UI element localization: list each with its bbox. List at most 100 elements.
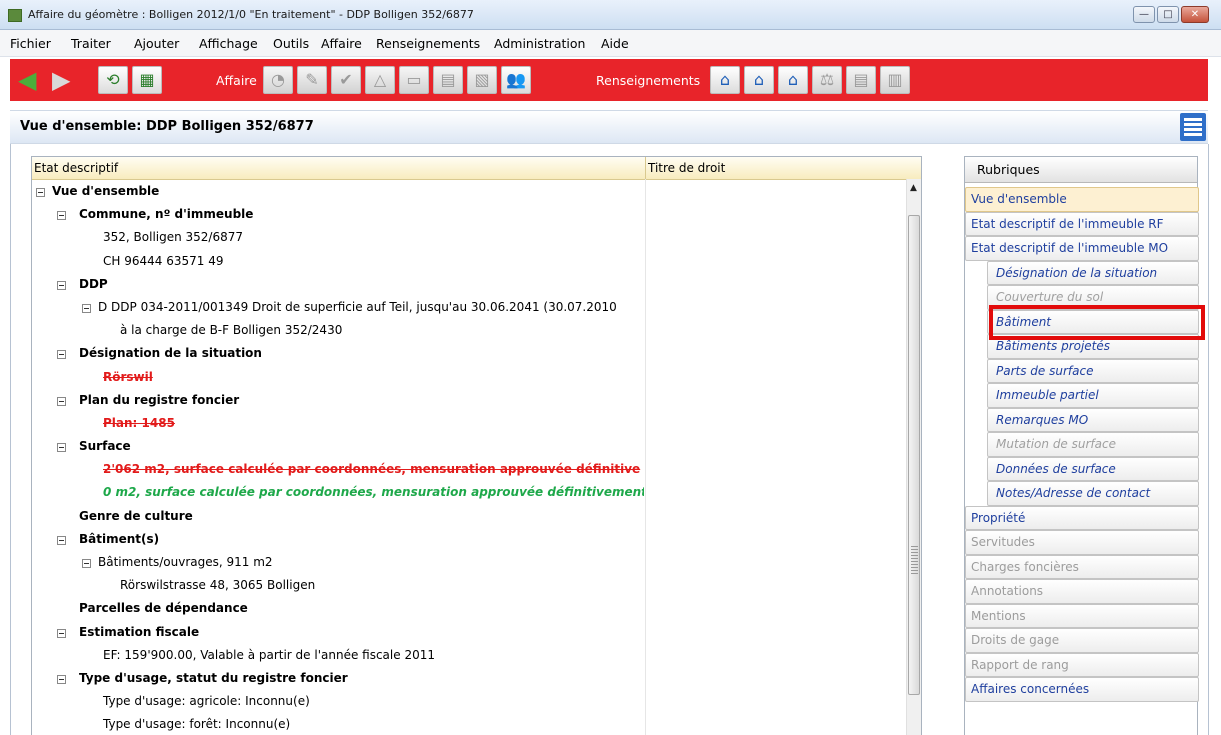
tree-row-label: DDP xyxy=(79,276,108,291)
rubrique-droits-de-gage[interactable]: Droits de gage xyxy=(965,628,1199,653)
tree-row[interactable]: 0 m2, surface calculée par coordonnées, … xyxy=(32,481,644,504)
rubrique-etat-descriptif-de-l-immeuble-mo[interactable]: Etat descriptif de l'immeuble MO xyxy=(965,236,1199,261)
tree-row[interactable]: CH 96444 63571 49 xyxy=(32,250,644,273)
rens-document-icon[interactable]: ▤ xyxy=(846,66,876,94)
maximize-button[interactable]: □ xyxy=(1157,6,1179,23)
rubrique-affaires-concernees[interactable]: Affaires concernées xyxy=(965,677,1199,702)
rens-house-2-icon[interactable]: ⌂ xyxy=(744,66,774,94)
tree-row-label: Vue d'ensemble xyxy=(52,184,160,198)
collapse-toggle-icon[interactable] xyxy=(57,443,66,453)
rubrique-remarques-mo[interactable]: Remarques MO xyxy=(987,407,1199,432)
menu-affichage[interactable]: Affichage xyxy=(199,36,258,51)
tree-row[interactable]: DDP xyxy=(32,273,644,296)
collapse-toggle-icon[interactable] xyxy=(57,674,66,684)
panel-border-right xyxy=(1208,144,1209,735)
menu-outils[interactable]: Outils xyxy=(273,36,309,51)
menu-fichier[interactable]: Fichier xyxy=(10,36,51,51)
affaire-persons-icon[interactable]: 👥 xyxy=(501,66,531,94)
tree-row[interactable]: Surface xyxy=(32,435,644,458)
menu-traiter[interactable]: Traiter xyxy=(71,36,111,51)
collapse-toggle-icon[interactable] xyxy=(82,303,91,313)
minimize-button[interactable]: — xyxy=(1133,6,1155,23)
rubrique-vue-d-ensemble[interactable]: Vue d'ensemble xyxy=(965,187,1199,212)
rubrique-charges-foncieres[interactable]: Charges foncières xyxy=(965,554,1199,579)
tree-row[interactable]: Rörswil xyxy=(32,366,644,389)
tree-view-icon[interactable]: ▦ xyxy=(132,66,162,94)
rubrique-notes-adresse-de-contact[interactable]: Notes/Adresse de contact xyxy=(987,481,1199,506)
tree-row[interactable]: Bâtiment(s) xyxy=(32,528,644,551)
tree-row[interactable]: D DDP 034-2011/001349 Droit de superfici… xyxy=(32,296,644,319)
tree-row[interactable]: Commune, nº d'immeuble xyxy=(32,203,644,226)
menu-affaire[interactable]: Affaire xyxy=(321,36,362,51)
tree-row[interactable]: EF: 159'900.00, Valable à partir de l'an… xyxy=(32,644,644,667)
close-button[interactable]: ✕ xyxy=(1181,6,1209,23)
collapse-toggle-icon[interactable] xyxy=(82,559,91,568)
affaire-edit-icon[interactable]: ✎ xyxy=(297,66,327,94)
menu-aide[interactable]: Aide xyxy=(601,36,629,51)
tree-row[interactable]: Type d'usage: agricole: Inconnu(e) xyxy=(32,690,644,713)
tree-row[interactable]: Genre de culture xyxy=(32,505,644,528)
tree-row-label: Surface xyxy=(79,439,131,454)
tree-row[interactable]: à la charge de B-F Bolligen 352/2430 xyxy=(32,319,644,342)
rens-building-icon[interactable]: ▥ xyxy=(880,66,910,94)
tree-row[interactable]: Rörswilstrasse 48, 3065 Bolligen xyxy=(32,574,644,597)
history-icon[interactable]: ⟲ xyxy=(98,66,128,94)
collapse-toggle-icon[interactable] xyxy=(57,350,66,360)
rubriques-list: Vue d'ensemble Etat descriptif de l'immeu… xyxy=(965,187,1199,702)
affaire-measure-icon[interactable]: △ xyxy=(365,66,395,94)
affaire-report-icon[interactable]: ▧ xyxy=(467,66,497,94)
rens-scales-icon[interactable]: ⚖ xyxy=(812,66,842,94)
rubrique-parts-de-surface[interactable]: Parts de surface xyxy=(987,358,1199,383)
affaire-check-icon[interactable]: ✔ xyxy=(331,66,361,94)
rubrique-etat-descriptif-de-l-immeuble-rf[interactable]: Etat descriptif de l'immeuble RF xyxy=(965,211,1199,236)
affaire-clock-icon[interactable]: ◔ xyxy=(263,66,293,94)
tree-row[interactable]: Type d'usage: forêt: Inconnu(e) xyxy=(32,713,644,735)
rubrique-rapport-de-rang[interactable]: Rapport de rang xyxy=(965,652,1199,677)
rubrique-annotations[interactable]: Annotations xyxy=(965,579,1199,604)
scrollbar-thumb[interactable] xyxy=(908,215,920,695)
column-header-titre-de-droit[interactable]: Titre de droit xyxy=(648,161,725,175)
list-view-icon[interactable] xyxy=(1180,113,1206,141)
rens-house-3-icon[interactable]: ⌂ xyxy=(778,66,808,94)
rubrique-designation-de-la-situation[interactable]: Désignation de la situation xyxy=(987,260,1199,285)
menu-ajouter[interactable]: Ajouter xyxy=(134,36,179,51)
rubrique-servitudes[interactable]: Servitudes xyxy=(965,530,1199,555)
back-arrow-icon[interactable]: ◀ xyxy=(18,67,36,93)
collapse-toggle-icon[interactable] xyxy=(57,535,66,545)
rubrique-mutation-de-surface[interactable]: Mutation de surface xyxy=(987,432,1199,457)
menu-administration[interactable]: Administration xyxy=(494,36,585,51)
affaire-screen-icon[interactable]: ▭ xyxy=(399,66,429,94)
tree-row[interactable]: Plan: 1485 xyxy=(32,412,644,435)
tree-row[interactable]: 352, Bolligen 352/6877 xyxy=(32,226,644,249)
rens-house-1-icon[interactable]: ⌂ xyxy=(710,66,740,94)
rubrique-donnees-de-surface[interactable]: Données de surface xyxy=(987,456,1199,481)
tree-row-label: à la charge de B-F Bolligen 352/2430 xyxy=(120,323,343,338)
column-divider[interactable] xyxy=(645,157,646,179)
rubrique-propriete[interactable]: Propriété xyxy=(965,505,1199,530)
tree-row-label: Rörswilstrasse 48, 3065 Bolligen xyxy=(120,578,316,593)
tree-row[interactable]: Vue d'ensemble xyxy=(32,180,644,203)
rubrique-immeuble-partiel[interactable]: Immeuble partiel xyxy=(987,383,1199,408)
tree-row[interactable]: Type d'usage, statut du registre foncier xyxy=(32,667,644,690)
rubrique-mentions[interactable]: Mentions xyxy=(965,603,1199,628)
collapse-toggle-icon[interactable] xyxy=(57,396,66,406)
scroll-up-arrow-icon[interactable]: ▲ xyxy=(910,183,917,193)
column-header-etat-descriptif[interactable]: Etat descriptif xyxy=(34,161,118,175)
tree-row[interactable]: Estimation fiscale xyxy=(32,621,644,644)
tree-row[interactable]: 2'062 m2, surface calculée par coordonné… xyxy=(32,458,644,481)
vertical-scrollbar[interactable]: ▲ xyxy=(906,179,921,735)
tree-row[interactable]: Plan du registre foncier xyxy=(32,389,644,412)
tree-row-label: 0 m2, surface calculée par coordonnées, … xyxy=(103,485,644,500)
forward-arrow-icon[interactable]: ▶ xyxy=(52,67,70,93)
affaire-clipboard-icon[interactable]: ▤ xyxy=(433,66,463,94)
rubriques-header[interactable]: Rubriques xyxy=(965,157,1197,183)
tree-row[interactable]: Désignation de la situation xyxy=(32,342,644,365)
collapse-toggle-icon[interactable] xyxy=(36,188,45,197)
tree-row[interactable]: Bâtiments/ouvrages, 911 m2 xyxy=(32,551,644,574)
tree-row[interactable]: Parcelles de dépendance xyxy=(32,597,644,620)
menu-renseignements[interactable]: Renseignements xyxy=(376,36,480,51)
collapse-toggle-icon[interactable] xyxy=(57,211,66,221)
collapse-toggle-icon[interactable] xyxy=(57,628,66,638)
app-icon xyxy=(8,9,22,22)
collapse-toggle-icon[interactable] xyxy=(57,280,66,290)
